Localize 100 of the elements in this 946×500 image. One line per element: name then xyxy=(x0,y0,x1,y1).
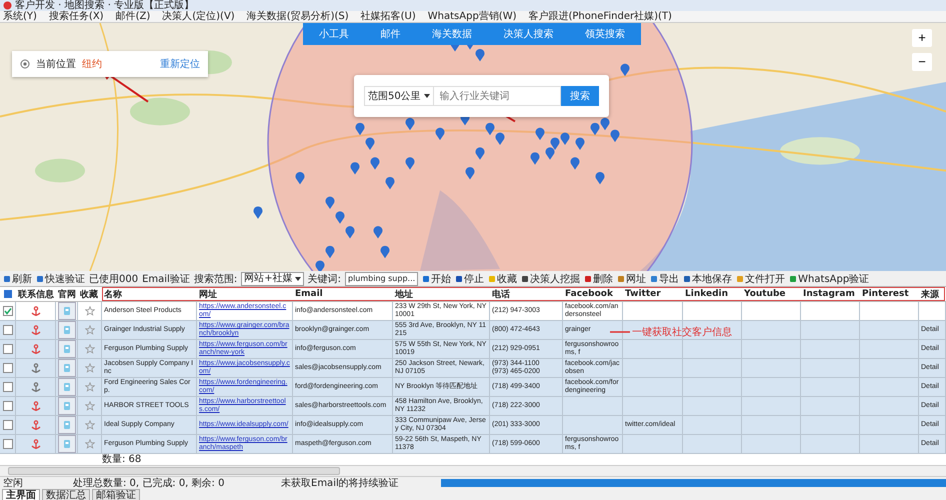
star-icon[interactable] xyxy=(84,420,94,430)
menu-item[interactable]: 系统(Y) xyxy=(3,11,37,22)
nav-tab[interactable]: 领英搜索 xyxy=(585,27,626,41)
zoom-out-button[interactable]: − xyxy=(912,53,932,71)
toolbar-icon xyxy=(488,274,496,282)
column-header[interactable]: Pinterest xyxy=(860,289,919,299)
caret-icon xyxy=(294,276,301,280)
column-header[interactable]: 电话 xyxy=(490,288,563,300)
column-header[interactable]: Facebook xyxy=(563,289,623,299)
search-button[interactable]: 搜索 xyxy=(561,86,599,106)
anchor-icon[interactable] xyxy=(30,324,40,336)
toolbar-label: Email验证 xyxy=(142,272,190,286)
star-icon[interactable] xyxy=(84,363,94,373)
row-checkbox[interactable] xyxy=(2,363,12,373)
toolbar-button[interactable]: 快速验证 xyxy=(36,272,85,286)
anchor-icon[interactable] xyxy=(30,306,40,316)
column-header[interactable]: Instagram xyxy=(801,289,860,299)
status-message: 未获取Email的将持续验证 xyxy=(281,476,400,490)
column-header[interactable]: Twitter xyxy=(623,289,683,299)
relocate-link[interactable]: 重新定位 xyxy=(160,57,200,71)
nav-tab[interactable]: 海关数据 xyxy=(432,27,472,41)
column-header[interactable]: 来源 xyxy=(919,288,946,300)
toolbar-button[interactable]: 刷新 xyxy=(3,272,32,286)
column-header[interactable]: 官网 xyxy=(56,288,78,300)
row-checkbox[interactable] xyxy=(2,325,12,335)
toolbar-icon xyxy=(736,274,744,282)
star-icon[interactable] xyxy=(84,401,94,411)
toolbar-icon xyxy=(3,274,11,282)
column-header[interactable]: 联系信息 xyxy=(16,288,56,300)
zoom-in-button[interactable]: + xyxy=(912,29,932,47)
anchor-icon[interactable] xyxy=(30,382,40,392)
toolbar-icon xyxy=(584,274,592,282)
star-icon[interactable] xyxy=(84,439,94,449)
anchor-icon[interactable] xyxy=(30,438,40,450)
menu-item[interactable]: WhatsApp营销(W) xyxy=(428,11,516,22)
website-icon[interactable] xyxy=(58,321,76,339)
menu-item[interactable]: 客户跟进(PhoneFinder社媒)(T) xyxy=(528,11,672,22)
toolbar-icon xyxy=(650,274,658,282)
nav-tab[interactable]: 小工具 xyxy=(318,27,349,41)
website-icon[interactable] xyxy=(58,302,76,320)
nav-tab[interactable]: 决策人搜索 xyxy=(504,27,554,41)
toolbar-button[interactable]: 删除 xyxy=(584,272,614,286)
bottom-tab[interactable]: 主界面 xyxy=(2,489,40,500)
menu-item[interactable]: 社媒拓客(U) xyxy=(360,11,416,22)
toolbar-icon xyxy=(789,274,798,282)
toolbar-label: 已使用000 xyxy=(89,272,138,286)
column-header[interactable]: Linkedin xyxy=(683,289,742,299)
keyword-field[interactable]: plumbing supp... xyxy=(344,272,418,286)
toolbar-icon xyxy=(521,274,530,282)
range-dropdown[interactable]: 范围50公里 xyxy=(364,86,434,106)
toolbar-button[interactable]: 停止 xyxy=(455,272,484,286)
column-header[interactable]: Email xyxy=(293,289,393,299)
row-checkbox[interactable] xyxy=(2,382,12,392)
scope-dropdown[interactable]: 网站+社媒 xyxy=(241,272,304,286)
toolbar-label: 搜索范围: xyxy=(194,272,238,286)
column-header[interactable]: Youtube xyxy=(742,289,801,299)
row-checkbox[interactable] xyxy=(2,401,12,411)
anchor-icon[interactable] xyxy=(30,344,40,354)
column-header[interactable]: 名称 xyxy=(102,288,197,300)
anchor-icon[interactable] xyxy=(30,362,40,374)
row-checkbox[interactable] xyxy=(2,420,12,430)
select-all-checkbox[interactable] xyxy=(4,290,12,298)
column-header[interactable]: 地址 xyxy=(393,288,490,300)
row-checkbox[interactable] xyxy=(2,439,12,449)
toolbar-button[interactable]: 决策人挖掘 xyxy=(521,272,580,286)
horizontal-scrollbar[interactable] xyxy=(0,466,946,476)
toolbar-button[interactable]: 本地保存 xyxy=(683,272,732,286)
website-icon[interactable] xyxy=(58,359,76,377)
website-icon[interactable] xyxy=(58,416,76,434)
anchor-icon[interactable] xyxy=(30,400,40,412)
website-icon[interactable] xyxy=(58,435,76,453)
column-header[interactable]: 收藏 xyxy=(78,288,102,300)
website-icon[interactable] xyxy=(58,340,76,358)
row-checkbox[interactable] xyxy=(2,344,12,354)
column-header[interactable]: 网址 xyxy=(197,288,293,300)
star-icon[interactable] xyxy=(84,382,94,392)
bottom-tab[interactable]: 邮箱验证 xyxy=(92,489,140,500)
keyword-input[interactable]: 输入行业关键词 xyxy=(434,86,561,106)
star-icon[interactable] xyxy=(84,306,94,316)
star-icon[interactable] xyxy=(84,344,94,354)
toolbar-button[interactable]: 收藏 xyxy=(488,272,518,286)
star-icon[interactable] xyxy=(84,325,94,335)
anchor-icon[interactable] xyxy=(30,420,40,430)
toolbar-button[interactable]: WhatsApp验证 xyxy=(789,272,870,286)
toolbar-button[interactable]: 文件打开 xyxy=(736,272,786,286)
nav-tab[interactable]: 邮件 xyxy=(380,27,400,41)
toolbar-icon xyxy=(422,274,430,282)
bottom-tab[interactable]: 数据汇总 xyxy=(42,489,90,500)
toolbar-button[interactable]: 网址 xyxy=(617,272,646,286)
website-icon[interactable] xyxy=(58,397,76,415)
row-checkbox[interactable] xyxy=(2,306,12,316)
toolbar-button[interactable]: 导出 xyxy=(650,272,680,286)
annotation-text: 一键获取社交客户信息 xyxy=(632,326,732,339)
menu-item[interactable]: 搜索任务(X) xyxy=(48,11,104,22)
menu-item[interactable]: 海关数据(贸易分析)(S) xyxy=(246,11,349,22)
website-icon[interactable] xyxy=(58,378,76,396)
toolbar-button[interactable]: 开始 xyxy=(422,272,452,286)
toolbar-label: 关键词: xyxy=(308,272,341,286)
menu-item[interactable]: 邮件(Z) xyxy=(116,11,150,22)
menu-item[interactable]: 决策人(定位)(V) xyxy=(162,11,235,22)
